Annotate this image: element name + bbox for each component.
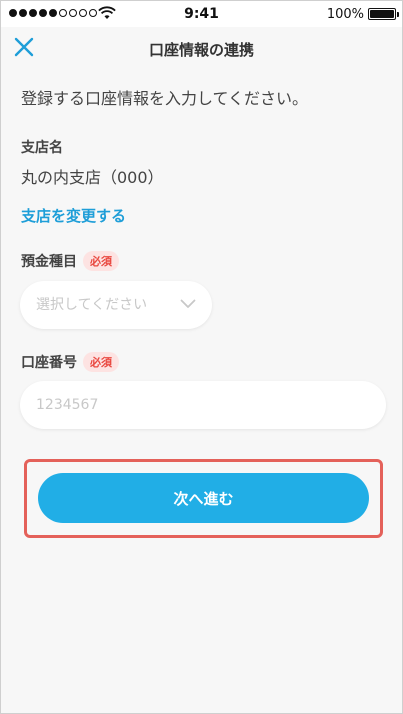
page-title: 口座情報の連携 xyxy=(148,41,254,59)
battery-icon xyxy=(368,8,399,20)
change-branch-link[interactable]: 支店を変更する xyxy=(21,205,126,226)
chevron-down-icon xyxy=(180,299,196,308)
required-badge: 必須 xyxy=(83,251,119,271)
branch-label-text: 支店名 xyxy=(21,140,63,156)
account-number-label-text: 口座番号 xyxy=(21,355,77,371)
instruction-text: 登録する口座情報を入力してください。 xyxy=(21,89,309,108)
branch-label: 支店名 xyxy=(21,137,63,157)
deposit-type-placeholder: 選択してください xyxy=(36,297,148,313)
account-number-input[interactable] xyxy=(20,381,386,429)
required-badge: 必須 xyxy=(83,352,119,372)
deposit-type-label: 預金種目 必須 xyxy=(21,251,119,271)
deposit-type-label-text: 預金種目 xyxy=(21,254,77,270)
next-button[interactable]: 次へ進む xyxy=(38,473,369,523)
deposit-type-select[interactable]: 選択してください xyxy=(20,281,212,329)
battery-percentage: 100% xyxy=(326,7,364,22)
account-number-label: 口座番号 必須 xyxy=(21,352,119,372)
navigation-bar: 口座情報の連携 xyxy=(1,27,402,71)
status-bar: 9:41 100% xyxy=(1,1,402,27)
branch-value: 丸の内支店（000） xyxy=(21,168,164,187)
phone-screen: 9:41 100% 口座情報の連携 登録する口座情報を入力してください。 支店名… xyxy=(0,0,403,714)
